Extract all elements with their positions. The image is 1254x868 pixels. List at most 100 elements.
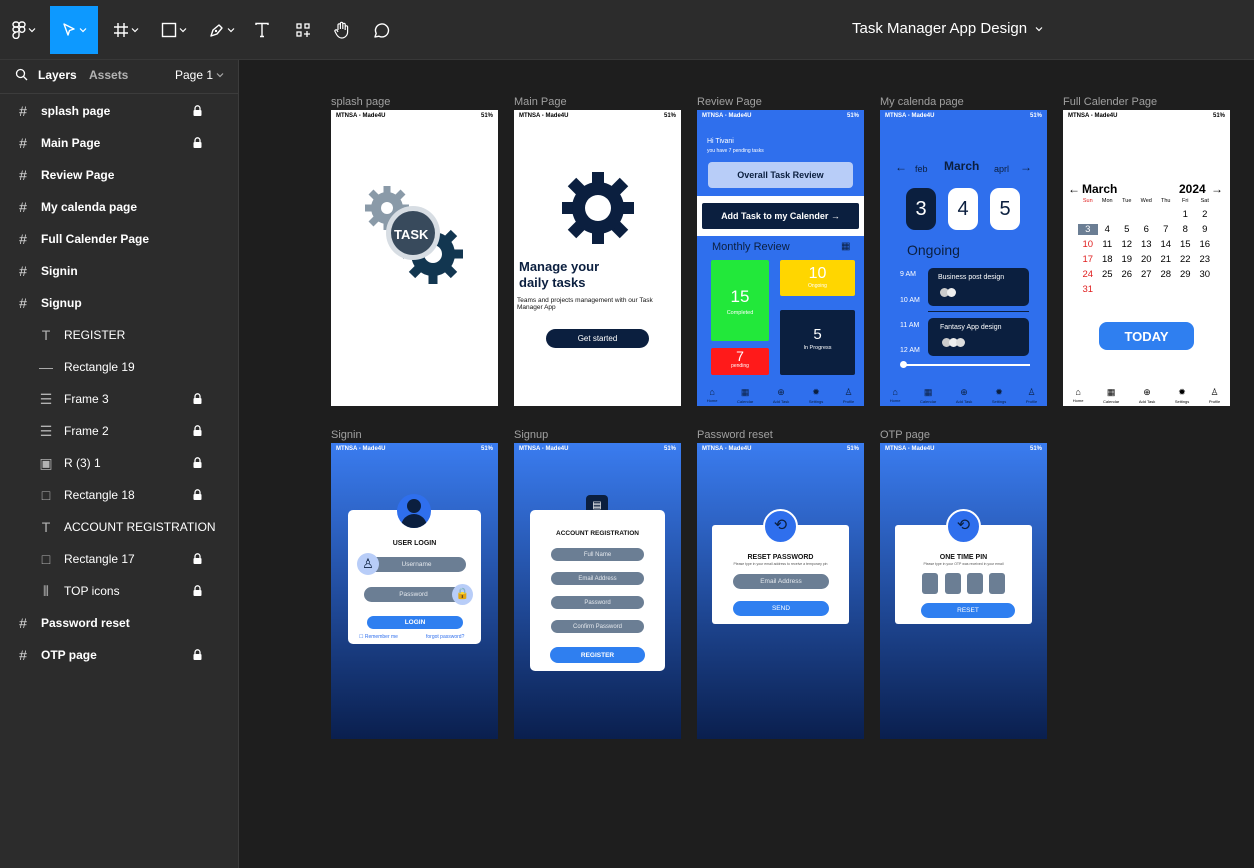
frame-otp[interactable]: MTNSA - Made4U 51% ONE TIME PIN Please ty… bbox=[880, 443, 1047, 739]
frame-fullcal[interactable]: MTNSA - Made4U 51% ← March 2024 → Sun Mon T… bbox=[1063, 110, 1230, 406]
text-tool-button[interactable] bbox=[250, 6, 274, 54]
username-input[interactable]: Username bbox=[367, 557, 466, 572]
remember-me-checkbox[interactable]: ☐ Remember me bbox=[359, 634, 398, 640]
layer-row[interactable]: ☰ Frame 3 bbox=[0, 383, 239, 415]
lock-icon[interactable] bbox=[193, 137, 202, 151]
overall-review-button[interactable]: Overall Task Review bbox=[708, 162, 853, 188]
layer-row[interactable]: T REGISTER bbox=[0, 319, 239, 351]
layer-row[interactable]: ☰ Frame 2 bbox=[0, 415, 239, 447]
nav-calendar[interactable]: ▦ Calendar bbox=[737, 387, 753, 404]
today-button[interactable]: TODAY bbox=[1099, 322, 1194, 350]
add-task-calendar-button[interactable]: Add Task to my Calender → bbox=[702, 203, 859, 229]
nav-settings[interactable]: ✹ Settings bbox=[809, 387, 823, 404]
lock-icon[interactable] bbox=[193, 457, 202, 471]
calendar-day[interactable]: 23 bbox=[1195, 254, 1215, 265]
frame-label-main[interactable]: Main Page bbox=[514, 96, 567, 108]
frame-reset[interactable]: MTNSA - Made4U 51% RESET PASSWORD Please … bbox=[697, 443, 864, 739]
frame-label-reset[interactable]: Password reset bbox=[697, 429, 773, 441]
calendar-day[interactable]: 27 bbox=[1137, 269, 1157, 280]
timeline-handle[interactable] bbox=[900, 361, 907, 368]
calendar-day[interactable]: 25 bbox=[1098, 269, 1118, 280]
calendar-day[interactable]: 13 bbox=[1137, 239, 1157, 250]
layer-row[interactable]: # Signup bbox=[0, 287, 239, 319]
frame-signup[interactable]: MTNSA - Made4U 51% ▤ ACCOUNT REGISTRATION… bbox=[514, 443, 681, 739]
nav-calendar[interactable]: ▦ Calendar bbox=[920, 387, 936, 404]
lock-icon[interactable] bbox=[193, 585, 202, 599]
layer-row[interactable]: T ACCOUNT REGISTRATION bbox=[0, 511, 239, 543]
otp-digit-box[interactable] bbox=[922, 573, 938, 594]
prev-month[interactable]: feb bbox=[915, 164, 928, 174]
frame-label-fullcal[interactable]: Full Calender Page bbox=[1063, 96, 1157, 108]
layer-row[interactable]: # Signin bbox=[0, 255, 239, 287]
calendar-day[interactable]: 5 bbox=[1117, 224, 1137, 235]
email-input[interactable]: Email Address bbox=[733, 574, 829, 589]
calendar-day[interactable]: 31 bbox=[1078, 284, 1098, 295]
page-selector[interactable]: Page 1 bbox=[175, 68, 224, 82]
calendar-day[interactable]: 17 bbox=[1078, 254, 1098, 265]
lock-icon[interactable] bbox=[193, 393, 202, 407]
calendar-day[interactable]: 19 bbox=[1117, 254, 1137, 265]
lock-icon[interactable] bbox=[193, 553, 202, 567]
layer-row[interactable]: # OTP page bbox=[0, 639, 239, 671]
frame-splash[interactable]: MTNSA - Made4U 51% TASK bbox=[331, 110, 498, 406]
resources-button[interactable] bbox=[290, 6, 316, 54]
nav-calendar[interactable]: ▦ Calendar bbox=[1103, 387, 1119, 404]
otp-digit-box[interactable] bbox=[945, 573, 961, 594]
comment-tool-button[interactable] bbox=[368, 6, 394, 54]
calendar-day[interactable]: 7 bbox=[1156, 224, 1176, 235]
otp-digit-box[interactable] bbox=[989, 573, 1005, 594]
shape-tool-button[interactable] bbox=[154, 6, 194, 54]
layer-row[interactable]: □ Rectangle 18 bbox=[0, 479, 239, 511]
layer-row[interactable]: # splash page bbox=[0, 95, 239, 127]
tab-assets[interactable]: Assets bbox=[89, 68, 128, 82]
register-button[interactable]: REGISTER bbox=[550, 647, 645, 663]
layer-row[interactable]: — Rectangle 19 bbox=[0, 351, 239, 383]
task-card-business[interactable]: Business post design bbox=[928, 268, 1029, 306]
nav-add-task[interactable]: ⊕ Add Task bbox=[956, 387, 972, 404]
calendar-day[interactable]: 26 bbox=[1117, 269, 1137, 280]
email-input[interactable]: Email Address bbox=[551, 572, 644, 585]
login-button[interactable]: LOGIN bbox=[367, 616, 463, 629]
frame-label-signup[interactable]: Signup bbox=[514, 429, 548, 441]
calendar-day[interactable]: 4 bbox=[1098, 224, 1118, 235]
layer-row[interactable]: # Password reset bbox=[0, 607, 239, 639]
calendar-day[interactable]: 15 bbox=[1176, 239, 1196, 250]
layer-row[interactable]: # My calenda page bbox=[0, 191, 239, 223]
nav-home[interactable]: ⌂ Home bbox=[707, 387, 718, 403]
nav-home[interactable]: ⌂ Home bbox=[1073, 387, 1084, 403]
calendar-day[interactable]: 21 bbox=[1156, 254, 1176, 265]
layer-row[interactable]: □ Rectangle 17 bbox=[0, 543, 239, 575]
pen-tool-button[interactable] bbox=[202, 6, 242, 54]
next-month[interactable]: aprl bbox=[994, 164, 1009, 174]
calendar-day[interactable]: 29 bbox=[1176, 269, 1196, 280]
calendar-day[interactable]: 8 bbox=[1176, 224, 1196, 235]
calendar-day[interactable]: 18 bbox=[1098, 254, 1118, 265]
frame-label-splash[interactable]: splash page bbox=[331, 96, 390, 108]
calendar-day[interactable]: 30 bbox=[1195, 269, 1215, 280]
calendar-day[interactable]: 3 bbox=[1078, 224, 1098, 235]
nav-settings[interactable]: ✹ Settings bbox=[992, 387, 1006, 404]
arrow-right-icon[interactable]: → bbox=[1211, 182, 1223, 196]
confirm-password-input[interactable]: Confirm Password bbox=[551, 620, 644, 633]
frame-main[interactable]: MTNSA - Made4U 51% Manage your daily tasks… bbox=[514, 110, 681, 406]
calendar-day[interactable]: 14 bbox=[1156, 239, 1176, 250]
completed-card[interactable]: 15 Completed bbox=[711, 260, 769, 341]
nav-add-task[interactable]: ⊕ Add Task bbox=[773, 387, 789, 404]
day-chip[interactable]: 4 bbox=[948, 188, 978, 230]
calendar-day[interactable]: 2 bbox=[1195, 209, 1215, 220]
design-canvas[interactable]: splash page Main Page Review Page My cal… bbox=[240, 60, 1254, 868]
nav-settings[interactable]: ✹ Settings bbox=[1175, 387, 1189, 404]
nav-home[interactable]: ⌂ Home bbox=[890, 387, 901, 403]
day-chip[interactable]: 5 bbox=[990, 188, 1020, 230]
password-input[interactable]: Password bbox=[364, 587, 463, 602]
frame-label-mycal[interactable]: My calenda page bbox=[880, 96, 964, 108]
main-menu-button[interactable] bbox=[6, 6, 42, 54]
send-button[interactable]: SEND bbox=[733, 601, 829, 616]
password-input[interactable]: Password bbox=[551, 596, 644, 609]
nav-profile[interactable]: ♙ Profile bbox=[1026, 387, 1037, 404]
frame-tool-button[interactable] bbox=[108, 6, 144, 54]
forgot-password-link[interactable]: forgot password? bbox=[426, 634, 464, 640]
frame-label-signin[interactable]: Signin bbox=[331, 429, 362, 441]
layer-row[interactable]: # Full Calender Page bbox=[0, 223, 239, 255]
task-card-fantasy[interactable]: Fantasy App design bbox=[928, 318, 1029, 356]
